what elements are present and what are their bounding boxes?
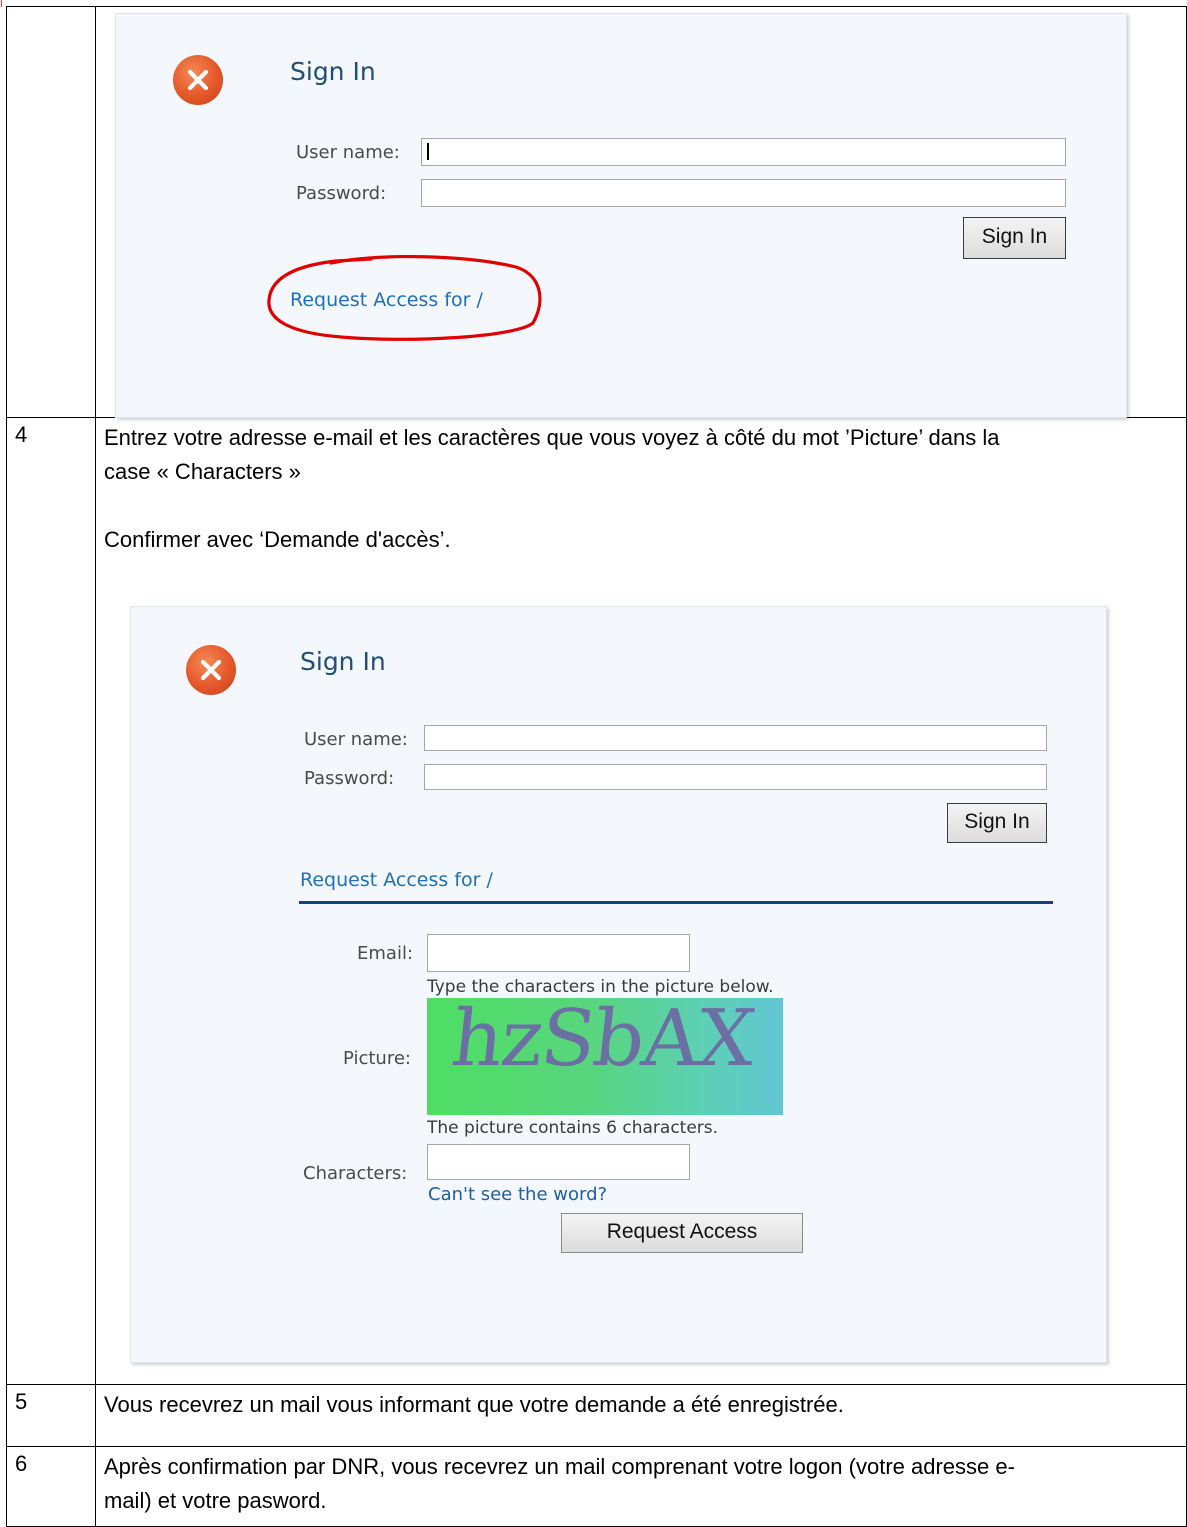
username-label: User name: [296,142,400,163]
step-number-cell [6,6,96,418]
signin-button[interactable]: Sign In [963,217,1066,259]
step-text: Confirmer avec ‘Demande d'accès’. [104,527,451,552]
step-number-cell: 6 [6,1446,96,1527]
captcha-text: hzSbAX [447,998,758,1084]
username-label: User name: [304,729,408,750]
captcha-count-text: The picture contains 6 characters. [427,1118,719,1138]
username-field[interactable] [421,138,1066,166]
email-field[interactable] [427,934,690,972]
step-number: 6 [15,1451,28,1476]
signin-panel: Sign In User name: Password: Sign In Req… [115,13,1127,418]
password-field[interactable] [424,764,1047,790]
step-text: case « Characters » [104,459,301,484]
step-content-cell: Entrez votre adresse e-mail et les carac… [95,417,1187,1385]
red-circle-annotation [267,254,542,341]
characters-field[interactable] [427,1144,690,1180]
step-text: Après confirmation par DNR, vous recevre… [104,1454,1015,1479]
table-row: 6 Après confirmation par DNR, vous recev… [6,1446,1187,1527]
request-access-heading[interactable]: Request Access for / [300,869,493,891]
request-access-button[interactable]: Request Access [561,1213,803,1253]
step-content-cell: Après confirmation par DNR, vous recevre… [95,1446,1187,1527]
characters-label: Characters: [303,1163,408,1184]
picture-label: Picture: [343,1048,411,1069]
cant-see-word-link[interactable]: Can't see the word? [428,1184,607,1205]
step-number: 4 [15,422,28,447]
step-text: mail) et votre pasword. [104,1488,327,1513]
request-access-panel: Sign In User name: Password: Sign In Req… [130,606,1107,1363]
step-number: 5 [15,1389,28,1414]
instruction-table: Sign In User name: Password: Sign In Req… [6,6,1187,1527]
table-row: 4 Entrez votre adresse e-mail et les car… [6,417,1187,1385]
signin-title: Sign In [300,647,386,676]
step-content-cell: Vous recevrez un mail vous informant que… [95,1384,1187,1447]
error-x-icon [173,55,223,105]
signin-title: Sign In [290,57,376,86]
password-field[interactable] [421,179,1066,207]
table-row: 5 Vous recevrez un mail vous informant q… [6,1384,1187,1447]
table-row: Sign In User name: Password: Sign In Req… [6,6,1187,418]
signin-button[interactable]: Sign In [947,803,1047,843]
step-number-cell: 5 [6,1384,96,1447]
username-field[interactable] [424,725,1047,751]
step-text: Vous recevrez un mail vous informant que… [104,1392,844,1417]
email-label: Email: [357,943,414,964]
captcha-image: hzSbAX [427,998,783,1115]
password-label: Password: [296,183,387,204]
step-content-cell: Sign In User name: Password: Sign In Req… [95,6,1187,418]
text-caret [427,143,429,160]
step-number-cell: 4 [6,417,96,1385]
error-x-icon [186,645,236,695]
step-text: Entrez votre adresse e-mail et les carac… [104,425,1000,450]
password-label: Password: [304,768,395,789]
captcha-hint: Type the characters in the picture below… [427,977,774,997]
section-divider [299,901,1053,904]
